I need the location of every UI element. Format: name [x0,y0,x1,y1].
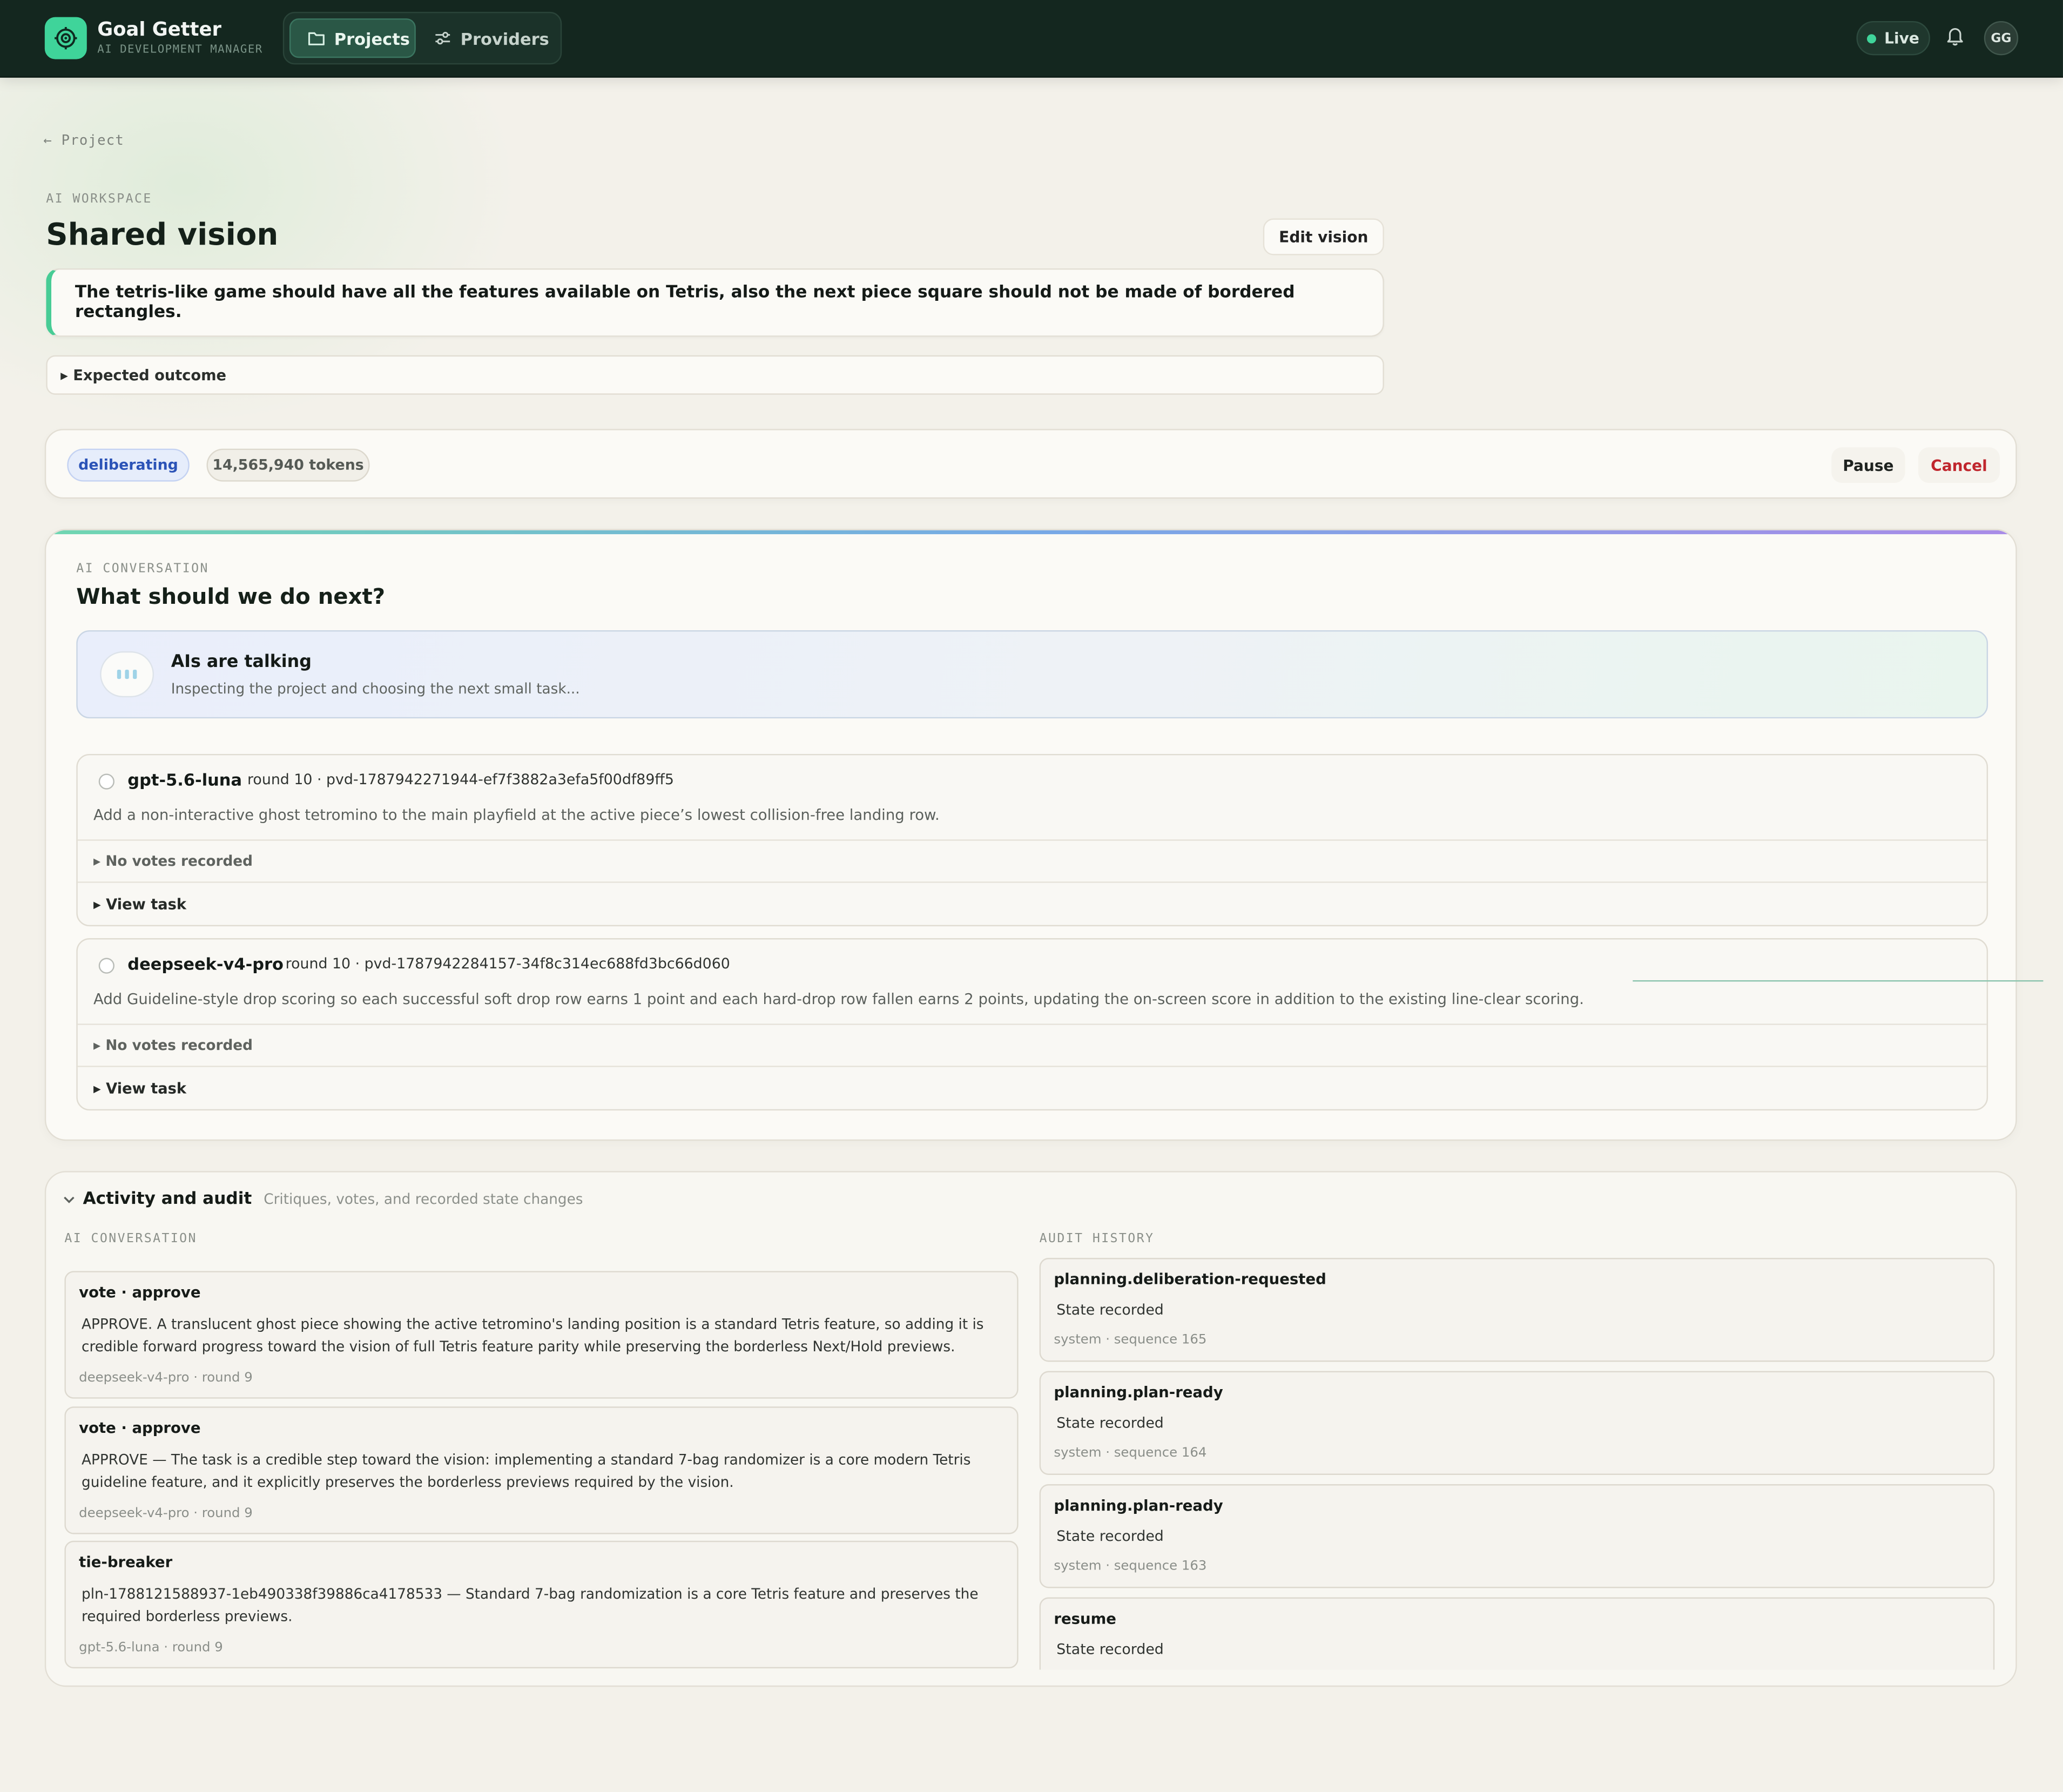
audit-meta: system · sequence 164 [1054,1446,1207,1461]
proposal-meta: round 10 · pvd-1787942284157-34f8c314ec6… [285,955,730,973]
token-count-badge: 14,565,940 tokens [206,448,370,482]
proposal-radio[interactable] [98,773,114,790]
entry-meta: deepseek-v4-pro · round 9 [79,1371,253,1386]
audit-state: State recorded [1056,1640,1164,1658]
activity-audit-panel: Activity and audit Critiques, votes, and… [44,1171,2017,1687]
entry-body: pln-1788121588937-1eb490338f39886ca41785… [82,1585,979,1625]
target-icon[interactable] [44,17,87,59]
live-label: Live [1884,29,1919,48]
entry-meta: gpt-5.6-luna · round 9 [79,1640,223,1655]
conversation-title: What should we do next? [76,584,386,609]
audit-event: resume [1054,1610,1116,1628]
edit-vision-button[interactable]: Edit vision [1263,218,1384,255]
chevron-down-icon[interactable] [62,1192,77,1207]
section-label: AI WORKSPACE [46,192,152,207]
ais-talking-banner: AIs are talking Inspecting the project a… [76,630,1988,719]
view-task-toggle[interactable]: ▸ View task [77,1066,1987,1110]
votes-toggle[interactable]: ▸ No votes recorded [77,1023,1987,1066]
audit-item: planning.plan-ready State recorded syste… [1039,1371,1995,1475]
entry-title: tie-breaker [79,1554,173,1571]
audit-meta: system · sequence 165 [1054,1332,1207,1348]
entry-body: APPROVE. A translucent ghost piece showi… [82,1316,984,1356]
audit-log[interactable]: planning.deliberation-requested State re… [1039,1254,1998,1670]
activity-header[interactable]: Activity and audit Critiques, votes, and… [62,1189,583,1209]
audit-meta: system · sequence 163 [1054,1559,1207,1574]
audit-state: State recorded [1056,1301,1164,1319]
view-task-toggle[interactable]: ▸ View task [77,881,1987,926]
page-title: Shared vision [46,218,279,253]
vision-text: The tetris-like game should have all the… [75,282,1295,322]
audit-column-label: AUDIT HISTORY [1039,1231,1155,1247]
proposal-description: Add Guideline-style drop scoring so each… [93,991,1584,1008]
typing-indicator-icon [100,651,154,698]
talking-title: AIs are talking [171,652,312,672]
pause-button[interactable]: Pause [1831,447,1905,483]
sliders-icon [435,31,450,45]
back-to-project-link[interactable]: ← Project [43,133,124,149]
folder-icon [308,32,325,45]
entry-meta: deepseek-v4-pro · round 9 [79,1506,253,1521]
proposal-card: deepseek-v4-pro round 10 · pvd-178794228… [76,938,1988,1111]
entry-title: vote · approve [79,1419,201,1437]
status-bar: deliberating 14,565,940 tokens Pause Can… [44,429,2017,499]
proposal-model: deepseek-v4-pro [127,954,284,974]
audit-state: State recorded [1056,1414,1164,1432]
page: Goal Getter AI DEVELOPMENT MANAGER Proje… [0,0,2063,1792]
list-item: tie-breaker pln-1788121588937-1eb490338f… [64,1540,1019,1669]
list-item: vote · approve APPROVE. A translucent gh… [64,1271,1019,1399]
live-status-badge[interactable]: Live [1856,21,1930,56]
ai-conversation-panel: AI CONVERSATION What should we do next? … [44,529,2017,1141]
vision-statement: The tetris-like game should have all the… [46,268,1384,337]
audit-item: planning.plan-ready State recorded syste… [1039,1484,1995,1588]
conversation-column-label: AI CONVERSATION [64,1231,197,1247]
conversation-label: AI CONVERSATION [76,562,209,577]
nav-providers[interactable]: Providers [434,18,558,58]
audit-state: State recorded [1056,1527,1164,1545]
proposal-meta: round 10 · pvd-1787942271944-ef7f3882a3e… [247,771,674,789]
votes-toggle[interactable]: ▸ No votes recorded [77,839,1987,881]
entry-title: vote · approve [79,1284,201,1302]
brand-tagline: AI DEVELOPMENT MANAGER [97,43,263,57]
activity-title: Activity and audit [83,1189,252,1209]
audit-event: planning.deliberation-requested [1054,1271,1326,1289]
audit-item: planning.deliberation-requested State re… [1039,1258,1995,1362]
list-item: vote · approve APPROVE — The task is a c… [64,1406,1019,1534]
proposal-radio[interactable] [98,958,114,974]
status-badge: deliberating [67,448,190,482]
gradient-bar [46,530,2016,535]
brand-name: Goal Getter [97,19,221,41]
nav-projects[interactable]: Projects [289,18,416,58]
nav-projects-label: Projects [334,28,410,48]
nav-providers-label: Providers [460,28,549,48]
bell-icon[interactable] [1946,25,1964,51]
audit-item: resume State recorded [1039,1597,1995,1670]
audit-event: planning.plan-ready [1054,1497,1223,1515]
divider-line [1633,980,2044,982]
expected-outcome-toggle[interactable]: ▸ Expected outcome [46,355,1384,395]
top-bar: Goal Getter AI DEVELOPMENT MANAGER Proje… [0,0,2063,78]
conversation-log[interactable]: vote · approve APPROVE. A translucent gh… [64,1254,1021,1670]
brand: Goal Getter AI DEVELOPMENT MANAGER [97,20,262,58]
proposal-description: Add a non-interactive ghost tetromino to… [93,806,940,824]
avatar[interactable]: GG [1984,21,2019,56]
live-dot-icon [1867,33,1877,43]
proposal-card: gpt-5.6-luna round 10 · pvd-178794227194… [76,753,1988,927]
main-nav: Projects Providers [282,11,562,65]
audit-event: planning.plan-ready [1054,1384,1223,1402]
activity-subtitle: Critiques, votes, and recorded state cha… [264,1190,583,1208]
entry-body: APPROVE — The task is a credible step to… [82,1451,971,1491]
proposal-model: gpt-5.6-luna [127,770,242,790]
talking-subtitle: Inspecting the project and choosing the … [171,680,580,698]
cancel-button[interactable]: Cancel [1918,447,2000,483]
